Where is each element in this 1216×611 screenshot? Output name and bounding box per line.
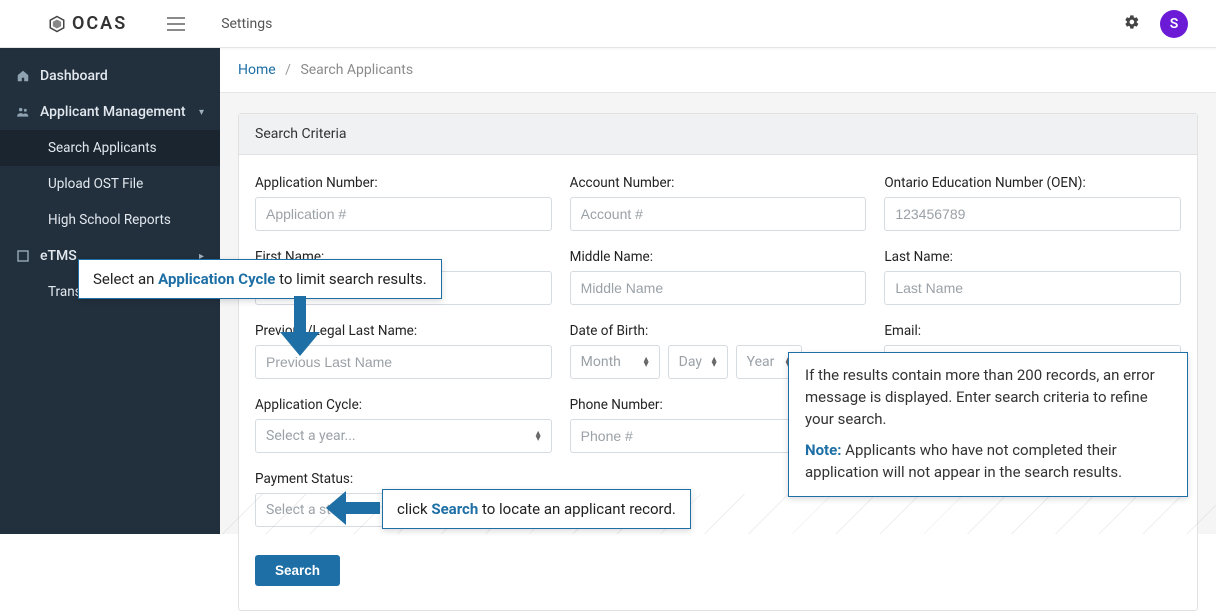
sidebar-item-label: Upload OST File bbox=[48, 176, 143, 192]
field-label: Date of Birth: bbox=[570, 323, 867, 339]
select-value: Select a year... bbox=[266, 428, 536, 444]
callout-search: click Search to locate an applicant reco… bbox=[382, 489, 691, 529]
dashboard-icon bbox=[16, 69, 30, 83]
updown-icon: ▴▾ bbox=[644, 357, 649, 367]
field-label: Application Cycle: bbox=[255, 397, 552, 413]
application-number-input[interactable] bbox=[255, 197, 552, 231]
arrow-down-icon bbox=[280, 296, 320, 356]
callout-text: to locate an applicant record. bbox=[478, 500, 676, 518]
field-label: Account Number: bbox=[570, 175, 867, 191]
select-value: Year bbox=[747, 354, 786, 370]
select-value: Month bbox=[581, 354, 644, 370]
sidebar-item-label: eTMS bbox=[40, 248, 77, 264]
field-application-number: Application Number: bbox=[255, 175, 552, 231]
sidebar-item-hs-reports[interactable]: High School Reports bbox=[0, 202, 220, 238]
callout-text: to limit search results. bbox=[275, 270, 426, 288]
middle-name-input[interactable] bbox=[570, 271, 867, 305]
last-name-input[interactable] bbox=[884, 271, 1181, 305]
breadcrumb: Home / Search Applicants bbox=[220, 48, 1216, 93]
breadcrumb-separator: / bbox=[285, 62, 291, 78]
sidebar-item-search-applicants[interactable]: Search Applicants bbox=[0, 130, 220, 166]
callout-text: Select an bbox=[93, 270, 158, 288]
updown-icon: ▴▾ bbox=[712, 357, 717, 367]
callout-emph: Application Cycle bbox=[158, 270, 275, 288]
sidebar-item-label: High School Reports bbox=[48, 212, 171, 228]
application-cycle-select[interactable]: Select a year... ▴▾ bbox=[255, 419, 552, 453]
updown-icon: ▴▾ bbox=[536, 431, 541, 441]
breadcrumb-current: Search Applicants bbox=[300, 62, 413, 78]
sidebar-item-label: Applicant Management bbox=[40, 104, 186, 120]
callout-text: click bbox=[397, 500, 431, 518]
menu-toggle-icon[interactable] bbox=[167, 17, 185, 31]
field-oen: Ontario Education Number (OEN): bbox=[884, 175, 1181, 231]
sidebar-item-label: Search Applicants bbox=[48, 140, 157, 156]
arrow-left-icon bbox=[326, 491, 380, 525]
callout-info-box: If the results contain more than 200 rec… bbox=[788, 352, 1188, 497]
sidebar-item-label: Dashboard bbox=[40, 68, 108, 84]
field-label: Email: bbox=[884, 323, 1181, 339]
dob-day-select[interactable]: Day ▴▾ bbox=[668, 345, 728, 379]
info-paragraph: Applicants who have not completed their … bbox=[805, 441, 1122, 481]
panel-title: Search Criteria bbox=[239, 114, 1197, 155]
field-label: Middle Name: bbox=[570, 249, 867, 265]
topbar: OCAS Settings S bbox=[0, 0, 1216, 48]
sidebar-item-dashboard[interactable]: Dashboard bbox=[0, 58, 220, 94]
field-account-number: Account Number: bbox=[570, 175, 867, 231]
account-number-input[interactable] bbox=[570, 197, 867, 231]
field-application-cycle: Application Cycle: Select a year... ▴▾ bbox=[255, 397, 552, 453]
dob-month-select[interactable]: Month ▴▾ bbox=[570, 345, 660, 379]
search-button[interactable]: Search bbox=[255, 555, 340, 586]
brand-logo-icon bbox=[48, 15, 66, 33]
brand-name: OCAS bbox=[72, 13, 127, 34]
field-label: Application Number: bbox=[255, 175, 552, 191]
sidebar-item-upload-ost[interactable]: Upload OST File bbox=[0, 166, 220, 202]
info-paragraph: If the results contain more than 200 rec… bbox=[805, 365, 1171, 430]
callout-emph: Search bbox=[431, 500, 478, 518]
breadcrumb-home[interactable]: Home bbox=[238, 62, 276, 78]
brand-logo[interactable]: OCAS bbox=[48, 13, 127, 34]
info-note-label: Note: bbox=[805, 441, 841, 459]
field-middle-name: Middle Name: bbox=[570, 249, 867, 305]
callout-application-cycle: Select an Application Cycle to limit sea… bbox=[78, 259, 442, 299]
square-icon bbox=[16, 250, 30, 262]
field-label: Ontario Education Number (OEN): bbox=[884, 175, 1181, 191]
avatar-initial: S bbox=[1170, 16, 1179, 32]
users-icon bbox=[16, 105, 30, 119]
sidebar-item-applicant-management[interactable]: Applicant Management ▾ bbox=[0, 94, 220, 130]
oen-input[interactable] bbox=[884, 197, 1181, 231]
field-label: Last Name: bbox=[884, 249, 1181, 265]
field-label: Payment Status: bbox=[255, 471, 552, 487]
settings-link[interactable]: Settings bbox=[221, 16, 272, 32]
field-last-name: Last Name: bbox=[884, 249, 1181, 305]
gear-icon[interactable] bbox=[1124, 14, 1140, 34]
avatar[interactable]: S bbox=[1160, 10, 1188, 38]
select-value: Day bbox=[679, 354, 712, 370]
chevron-down-icon: ▾ bbox=[199, 107, 204, 118]
